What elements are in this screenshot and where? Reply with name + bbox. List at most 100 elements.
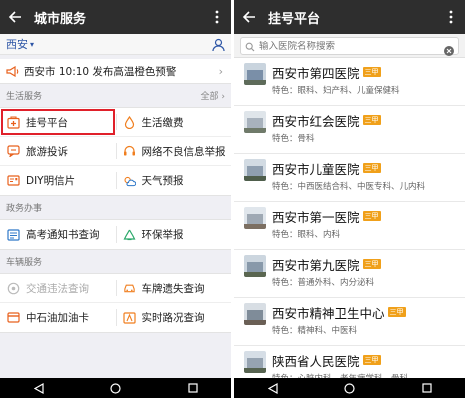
nav-back-icon[interactable]	[263, 381, 283, 395]
hospital-list-item[interactable]: 西安市儿童医院 三甲特色：中西医结合科、中医专科、儿内科	[234, 154, 465, 202]
grid-row: 交通违法查询 车牌遗失查询	[0, 274, 231, 303]
service-traffic-violation[interactable]: 交通违法查询	[0, 274, 116, 302]
service-label: 中石油加油卡	[26, 312, 89, 324]
service-appointment-registration[interactable]: 挂号平台	[0, 108, 116, 136]
service-label: 高考通知书查询	[26, 229, 100, 241]
city-selector-bar: 西安 ▾	[0, 34, 231, 55]
hospital-name: 西安市第四医院	[272, 65, 360, 81]
hospital-name-row: 陕西省人民医院 三甲	[272, 351, 408, 369]
nav-home-icon[interactable]	[106, 381, 126, 395]
hospital-specialties: 特色：眼科、妇产科、儿童保健科	[272, 86, 400, 96]
water-drop-icon	[123, 115, 136, 129]
section-header-vehicle-services: 车辆服务	[0, 250, 231, 273]
nav-back-icon[interactable]	[29, 381, 49, 395]
chat-icon	[7, 145, 20, 158]
service-diy-postcard[interactable]: DIY明信片	[0, 166, 116, 195]
hospital-photo	[244, 207, 266, 229]
service-label: 生活缴费	[141, 116, 184, 129]
tier-badge: 三甲	[362, 211, 381, 221]
more-menu-icon[interactable]	[209, 0, 225, 34]
search-box[interactable]	[240, 37, 459, 56]
road-icon	[122, 311, 136, 324]
service-label: 网络不良信息举报	[141, 145, 226, 158]
grid-row: 高考通知书查询 环保举报	[0, 220, 231, 249]
section-header-life-services: 生活服务 全部 ›	[0, 84, 231, 107]
hospital-search-input[interactable]	[259, 40, 429, 52]
service-license-plate-lost[interactable]: 车牌遗失查询	[115, 274, 232, 302]
hospital-name: 西安市第九医院	[272, 257, 360, 273]
service-label: DIY明信片	[26, 175, 76, 187]
hospital-list-item[interactable]: 西安市红会医院 三甲特色：骨科	[234, 106, 465, 154]
tier-badge: 三甲	[387, 307, 406, 317]
tier-badge: 三甲	[362, 259, 381, 269]
service-weather-forecast[interactable]: 天气预报	[115, 166, 232, 195]
android-nav-bar	[234, 378, 465, 398]
chevron-right-icon: ›	[218, 64, 223, 78]
hospital-info: 西安市儿童医院 三甲特色：中西医结合科、中医专科、儿内科	[272, 159, 426, 193]
tier-badge: 三甲	[362, 115, 381, 125]
nav-home-icon[interactable]	[340, 381, 360, 395]
hospital-photo	[244, 63, 266, 85]
service-realtime-traffic[interactable]: 实时路况查询	[115, 303, 232, 332]
more-menu-icon[interactable]	[443, 0, 459, 34]
hospital-info: 西安市精神卫生中心 三甲特色：精神科、中医科	[272, 303, 406, 336]
weather-alert-banner[interactable]: 西安市 10:10 发布高温橙色预警 ›	[0, 59, 231, 84]
tier-badge: 三甲	[362, 67, 381, 77]
hospital-photo	[244, 111, 266, 133]
back-arrow-icon[interactable]	[234, 0, 264, 34]
back-arrow-icon[interactable]	[0, 0, 30, 34]
chevron-down-icon[interactable]: ▾	[30, 40, 34, 49]
hospital-name-row: 西安市精神卫生中心 三甲	[272, 303, 406, 321]
grid-row: 中石油加油卡 实时路况查询	[0, 303, 231, 332]
android-nav-bar	[0, 378, 231, 398]
license-plate-icon	[123, 282, 136, 295]
hospital-name: 西安市第一医院	[272, 209, 360, 225]
hospital-photo	[244, 159, 266, 181]
hospital-photo	[244, 351, 266, 373]
hospital-specialties: 特色：精神科、中医科	[272, 326, 358, 336]
hospital-name-row: 西安市第一医院 三甲	[272, 207, 381, 225]
service-petrochina-fuel-card[interactable]: 中石油加油卡	[0, 303, 116, 332]
service-gaokao-notice[interactable]: 高考通知书查询	[0, 220, 116, 249]
service-internet-report[interactable]: 网络不良信息举报	[115, 137, 232, 165]
hospital-list-item[interactable]: 西安市第四医院 三甲特色：眼科、妇产科、儿童保健科	[234, 58, 465, 106]
grid-row: 挂号平台 生活缴费	[0, 108, 231, 137]
search-bar	[234, 34, 465, 58]
hospital-list-item[interactable]: 西安市第一医院 三甲特色：眼科、内科	[234, 202, 465, 250]
postcard-icon	[7, 174, 20, 187]
hospital-specialties: 特色：眼科、内科	[272, 230, 341, 240]
hospital-list-item[interactable]: 西安市第九医院 三甲特色：普通外科、内分泌科	[234, 250, 465, 298]
hospital-specialties: 特色：普通外科、内分泌科	[272, 278, 375, 288]
hospital-name-row: 西安市第九医院 三甲	[272, 255, 381, 273]
hospital-icon	[7, 115, 20, 129]
vehicle-services-grid: 交通违法查询 车牌遗失查询 中石油加油卡 实时路况查询	[0, 273, 231, 333]
grid-row: DIY明信片 天气预报	[0, 166, 231, 195]
city-services-app-bar: 城市服务	[0, 0, 231, 34]
hospital-list-item[interactable]: 西安市精神卫生中心 三甲特色：精神科、中医科	[234, 298, 465, 346]
service-label: 车牌遗失查询	[141, 282, 205, 295]
service-label: 实时路况查询	[141, 312, 205, 324]
hospital-name: 西安市红会医院	[272, 113, 360, 129]
headset-icon	[123, 145, 136, 158]
hospital-info: 西安市红会医院 三甲特色：骨科	[272, 111, 381, 144]
service-travel-complaint[interactable]: 旅游投诉	[0, 137, 116, 165]
service-utility-payment[interactable]: 生活缴费	[115, 108, 232, 136]
hospital-specialties: 特色：骨科	[272, 134, 315, 144]
nav-recents-icon[interactable]	[417, 381, 437, 395]
nav-recents-icon[interactable]	[183, 381, 203, 395]
city-selector[interactable]: 西安	[6, 36, 28, 52]
notice-icon	[7, 228, 20, 241]
hospital-specialties: 特色：中西医结合科、中医专科、儿内科	[272, 182, 426, 192]
hospital-info: 西安市第一医院 三甲特色：眼科、内科	[272, 207, 381, 240]
hospital-name: 西安市精神卫生中心	[272, 305, 385, 321]
service-label: 交通违法查询	[26, 282, 89, 295]
hospital-name-row: 西安市第四医院 三甲	[272, 63, 400, 81]
hospital-info: 西安市第四医院 三甲特色：眼科、妇产科、儿童保健科	[272, 63, 400, 97]
view-all-link[interactable]: 全部 ›	[201, 89, 225, 102]
user-profile-icon[interactable]	[212, 37, 225, 56]
section-title: 生活服务	[6, 92, 43, 102]
hospital-name-row: 西安市儿童医院 三甲	[272, 159, 425, 177]
section-title: 车辆服务	[6, 258, 43, 268]
service-environment-report[interactable]: 环保举报	[115, 220, 232, 249]
hospital-name: 西安市儿童医院	[272, 161, 360, 177]
